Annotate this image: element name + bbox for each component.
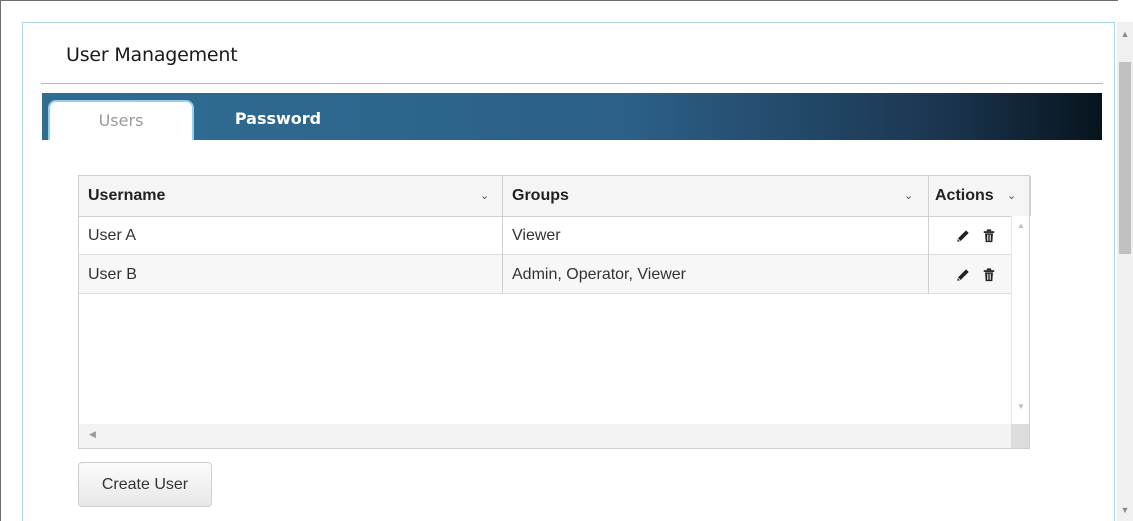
viewport-left-border [0, 0, 1, 521]
triangle-up-icon[interactable]: ▲ [1117, 26, 1133, 42]
page-vertical-scrollbar[interactable]: ▲ ▼ [1117, 22, 1133, 521]
chevron-down-icon[interactable]: ⌄ [1007, 176, 1016, 216]
triangle-left-icon[interactable]: ◀ [89, 429, 96, 440]
chevron-down-icon[interactable]: ⌄ [904, 176, 913, 216]
column-header-label: Username [88, 187, 166, 204]
cell-username: User B [79, 255, 503, 294]
pencil-icon[interactable] [956, 268, 970, 282]
triangle-down-icon[interactable]: ▼ [1117, 502, 1133, 518]
column-header-label: Groups [512, 187, 569, 204]
create-user-button[interactable]: Create User [78, 462, 212, 507]
table-row[interactable]: User B Admin, Operator, Viewer [79, 255, 1029, 294]
page-title: User Management [66, 44, 238, 66]
grid-header: Username ⌄ Groups ⌄ Actions ⌄ [79, 176, 1031, 217]
viewport-frame [0, 0, 1118, 9]
grid-horizontal-scrollbar[interactable]: ◀ ▶ [79, 424, 1024, 448]
tab-users[interactable]: Users [48, 100, 194, 140]
users-grid: Username ⌄ Groups ⌄ Actions ⌄ User A Vie… [78, 175, 1031, 449]
chevron-down-icon[interactable]: ⌄ [480, 176, 489, 216]
cell-groups: Admin, Operator, Viewer [503, 255, 929, 294]
pencil-icon[interactable] [956, 229, 970, 243]
tab-password[interactable]: Password [218, 100, 338, 140]
trash-icon[interactable] [982, 268, 996, 282]
scrollbar-corner [1011, 424, 1029, 448]
cell-actions [929, 216, 1011, 255]
cell-actions [929, 255, 1011, 294]
triangle-down-icon[interactable]: ▼ [1012, 402, 1030, 411]
title-divider [41, 83, 1103, 84]
table-row[interactable]: User A Viewer [79, 216, 1029, 255]
column-header-actions[interactable]: Actions ⌄ [929, 176, 1031, 216]
column-header-label: Actions [935, 187, 994, 204]
column-header-groups[interactable]: Groups ⌄ [503, 176, 929, 216]
triangle-up-icon[interactable]: ▲ [1012, 221, 1030, 230]
column-header-username[interactable]: Username ⌄ [79, 176, 503, 216]
scrollbar-thumb[interactable] [1119, 62, 1131, 254]
tab-bar: Users Password [42, 93, 1102, 140]
cell-groups: Viewer [503, 216, 929, 255]
grid-vertical-scrollbar[interactable]: ▲ ▼ [1011, 216, 1029, 424]
trash-icon[interactable] [982, 229, 996, 243]
cell-username: User A [79, 216, 503, 255]
